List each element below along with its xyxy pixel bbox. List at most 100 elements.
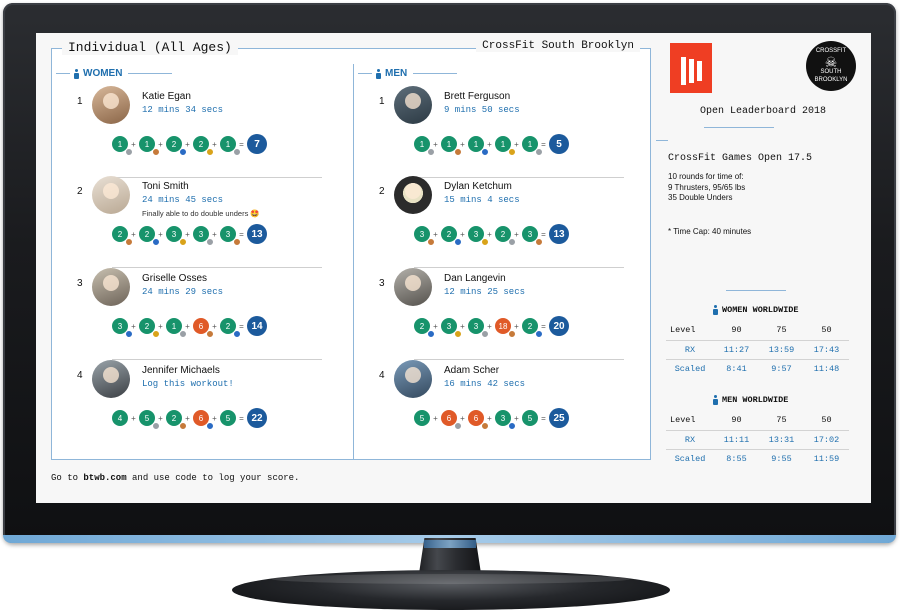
avatar [394, 360, 432, 398]
leaderboard-entry[interactable]: 3 Griselle Osses 24 mins 29 secs 3 +2 +1 +6 +2 =… [52, 268, 352, 360]
athlete-score[interactable]: Log this workout! [142, 379, 234, 389]
medal-icon [179, 148, 187, 156]
women-worldwide-table: Level 90 75 50 RX 11:27 13:59 17:43 Scaled 8:41… [666, 321, 849, 378]
leaderboard-panel: Individual (All Ages) CrossFit South Bro… [51, 40, 654, 460]
event-rank-badge: 1 [495, 136, 516, 156]
site-link[interactable]: btwb.com [83, 473, 126, 483]
board-title: Individual (All Ages) [62, 40, 238, 55]
medal-icon [427, 330, 435, 338]
athlete-score: 24 mins 29 secs [142, 287, 224, 297]
event-rank-badge: 6 [441, 410, 462, 430]
medal-icon [454, 330, 462, 338]
leaderboard-entry[interactable]: 2 Toni Smith 24 mins 45 secs Finally able t… [52, 176, 352, 268]
leaderboard-entry[interactable]: 1 Brett Ferguson 9 mins 50 secs 1 +1 +1 +1 +1 = 5 [354, 86, 654, 178]
medal-icon [233, 148, 241, 156]
event-rank-badge: 6 [193, 410, 214, 430]
event-rank-badge: 2 [139, 226, 160, 246]
skull-icon: ☠ [824, 54, 838, 71]
score-breakdown: 4 +5 +2 +6 +5 = 22 [112, 408, 267, 430]
medal-icon [481, 422, 489, 430]
crossfit-south-brooklyn-logo: CROSSFIT ☠ SOUTH BROOKLYN [806, 41, 856, 91]
athlete-name[interactable]: Griselle Osses [142, 273, 207, 284]
medal-icon [206, 238, 214, 246]
medal-icon [481, 330, 489, 338]
total-points-badge: 13 [247, 224, 267, 244]
leaderboard-entry[interactable]: 1 Katie Egan 12 mins 34 secs 1 +1 +2 +2 +1 = 7 [52, 86, 352, 178]
athlete-score: 15 mins 4 secs [444, 195, 520, 205]
medal-icon [454, 422, 462, 430]
rank: 1 [77, 96, 83, 107]
athlete-name[interactable]: Brett Ferguson [444, 91, 510, 102]
event-rank-badge: 5 [414, 410, 430, 426]
person-icon [713, 305, 718, 315]
athlete-score: 16 mins 42 secs [444, 379, 526, 389]
person-icon [713, 395, 718, 405]
medal-icon [233, 238, 241, 246]
footer-instructions: Go to btwb.com and use code to log your … [51, 473, 300, 483]
avatar [92, 86, 130, 124]
medal-icon [179, 238, 187, 246]
rank: 1 [379, 96, 385, 107]
medal-icon [179, 422, 187, 430]
leaderboard-entry[interactable]: 4 Jennifer Michaels Log this workout! 4 +5 +2… [52, 360, 352, 452]
medal-icon [152, 238, 160, 246]
event-rank-badge: 3 [166, 226, 187, 246]
event-rank-badge: 2 [495, 226, 516, 246]
medal-icon [152, 422, 160, 430]
score-breakdown: 2 +3 +3 +18 +2 = 20 [414, 316, 569, 338]
medal-icon [125, 238, 133, 246]
event-rank-badge: 6 [468, 410, 489, 430]
event-rank-badge: 3 [495, 410, 516, 430]
athlete-name[interactable]: Dylan Ketchum [444, 181, 512, 192]
medal-icon [508, 330, 516, 338]
event-rank-badge: 5 [220, 410, 236, 426]
event-rank-badge: 2 [166, 136, 187, 156]
score-breakdown: 1 +1 +2 +2 +1 = 7 [112, 134, 267, 156]
monitor-base [232, 570, 670, 610]
rank: 3 [77, 278, 83, 289]
rank: 4 [379, 370, 385, 381]
total-points-badge: 13 [549, 224, 569, 244]
event-rank-badge: 2 [414, 318, 435, 338]
athlete-name[interactable]: Jennifer Michaels [142, 365, 220, 376]
person-icon [376, 68, 381, 79]
athlete-name[interactable]: Katie Egan [142, 91, 191, 102]
event-rank-badge: 6 [193, 318, 214, 338]
avatar [92, 176, 130, 214]
medal-icon [179, 330, 187, 338]
medal-icon [206, 422, 214, 430]
athlete-name[interactable]: Toni Smith [142, 181, 189, 192]
screen: Individual (All Ages) CrossFit South Bro… [36, 33, 871, 503]
leaderboard-entry[interactable]: 4 Adam Scher 16 mins 42 secs 5 +6 +6 +3 +5 = 25 [354, 360, 654, 452]
athlete-score: 9 mins 50 secs [444, 105, 520, 115]
medal-icon [427, 148, 435, 156]
medal-icon [508, 148, 516, 156]
athlete-name[interactable]: Adam Scher [444, 365, 499, 376]
medal-icon [152, 148, 160, 156]
medal-icon [125, 330, 133, 338]
leaderboard-entry[interactable]: 3 Dan Langevin 12 mins 25 secs 2 +3 +3 +18 +2 = 2… [354, 268, 654, 360]
gym-title: CrossFit South Brooklyn [476, 40, 640, 52]
rank: 2 [379, 186, 385, 197]
event-rank-badge: 5 [522, 410, 538, 426]
medal-icon [125, 148, 133, 156]
event-rank-badge: 3 [468, 318, 489, 338]
total-points-badge: 5 [549, 134, 569, 154]
event-rank-badge: 2 [112, 226, 133, 246]
person-icon [74, 68, 79, 79]
event-rank-badge: 5 [139, 410, 160, 430]
side-panel: CROSSFIT ☠ SOUTH BROOKLYN Open Leaderboa… [656, 33, 871, 503]
medal-icon [454, 148, 462, 156]
event-rank-badge: 3 [193, 226, 214, 246]
avatar [92, 360, 130, 398]
men-column: MEN 1 Brett Ferguson 9 mins 50 secs 1 +1 +1 +1… [354, 64, 654, 459]
leaderboard-entry[interactable]: 2 Dylan Ketchum 15 mins 4 secs 3 +2 +3 +2 +3 = 13 [354, 176, 654, 268]
score-breakdown: 3 +2 +3 +2 +3 = 13 [414, 224, 569, 246]
men-label: MEN [385, 68, 408, 79]
men-header: MEN [358, 68, 458, 79]
athlete-name[interactable]: Dan Langevin [444, 273, 506, 284]
athlete-score: 12 mins 25 secs [444, 287, 526, 297]
men-worldwide-table: Level 90 75 50 RX 11:11 13:31 17:02 Scaled 8:55… [666, 411, 849, 468]
medal-icon [233, 330, 241, 338]
event-rank-badge: 1 [139, 136, 160, 156]
